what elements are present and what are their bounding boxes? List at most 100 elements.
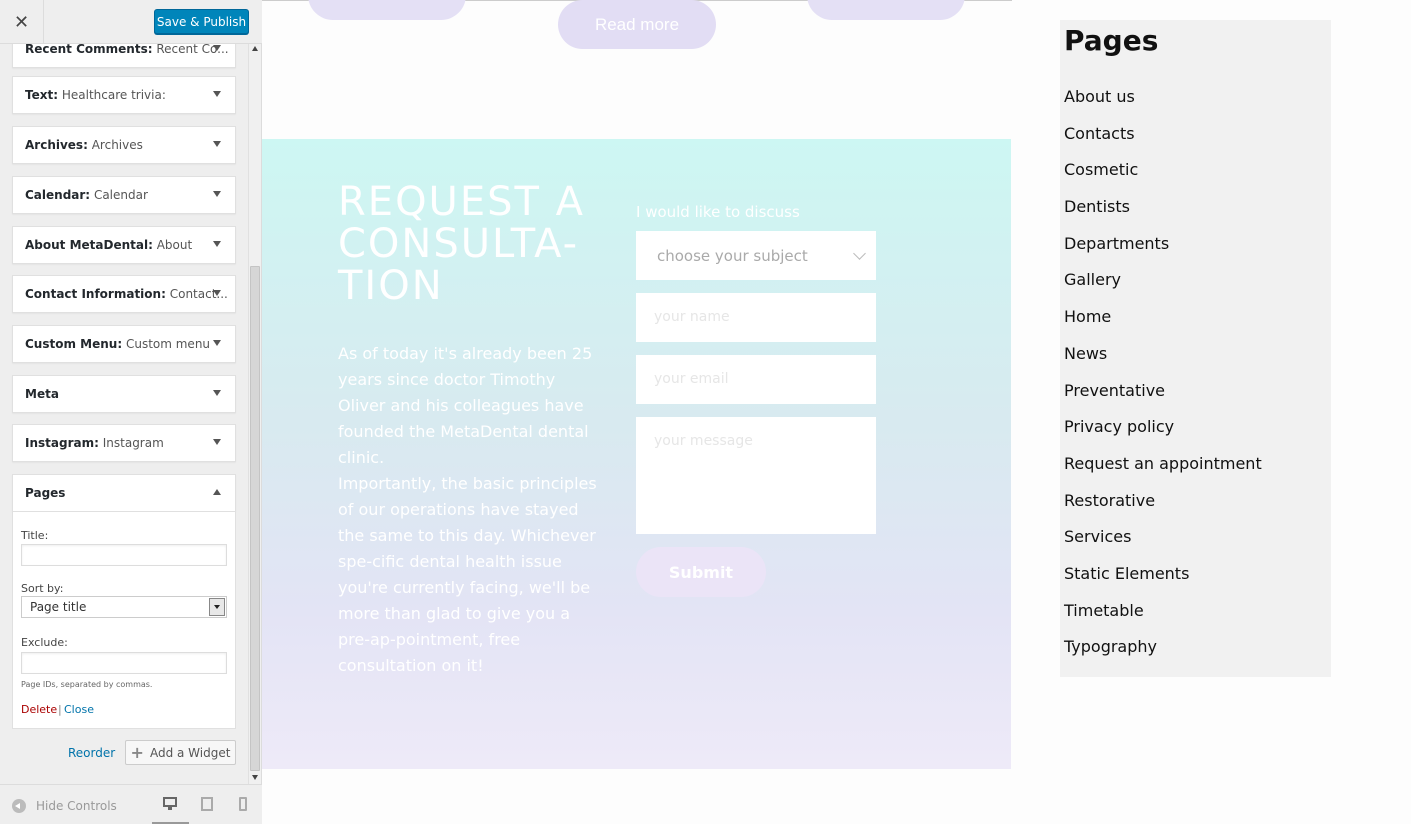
expand-arrow-icon[interactable] bbox=[213, 439, 221, 445]
consultation-paragraph: Importantly, the basic principles of our… bbox=[338, 474, 597, 675]
expand-arrow-icon[interactable] bbox=[213, 141, 221, 147]
read-more-button[interactable]: Read more bbox=[558, 0, 716, 49]
widget-title: About MetaDental: bbox=[25, 238, 153, 252]
widget-pages[interactable]: Pages bbox=[12, 474, 236, 512]
widget-title: Archives: bbox=[25, 138, 88, 152]
widget-contact-information[interactable]: Contact Information: Contact... bbox=[12, 275, 236, 313]
pages-heading: Pages bbox=[1064, 24, 1159, 57]
save-publish-button[interactable]: Save & Publish bbox=[154, 9, 249, 34]
sort-by-label: Sort by: bbox=[21, 582, 64, 595]
plus-icon: + bbox=[130, 743, 144, 762]
widget-title: Custom Menu: bbox=[25, 337, 123, 351]
message-textarea[interactable]: your message bbox=[636, 417, 876, 534]
widget-subtitle: Archives bbox=[91, 138, 143, 152]
desktop-preview-icon[interactable] bbox=[163, 797, 177, 811]
add-widget-button[interactable]: + Add a Widget bbox=[125, 740, 236, 765]
widget-title: Contact Information: bbox=[25, 287, 166, 301]
collapse-arrow-icon[interactable] bbox=[213, 489, 221, 495]
widget-subtitle: Instagram bbox=[102, 436, 164, 450]
page-link[interactable]: Services bbox=[1064, 527, 1262, 564]
customizer-sidebar: Recent Comments: Recent Co... Text: Heal… bbox=[0, 0, 262, 824]
widget-list: Recent Comments: Recent Co... Text: Heal… bbox=[0, 44, 262, 784]
close-customizer-button[interactable]: ✕ bbox=[0, 0, 44, 44]
page-link[interactable]: Typography bbox=[1064, 637, 1262, 674]
expand-arrow-icon[interactable] bbox=[213, 191, 221, 197]
widget-about-metadental[interactable]: About MetaDental: About bbox=[12, 226, 236, 264]
scroll-thumb[interactable] bbox=[250, 266, 260, 771]
consultation-paragraph: As of today it's already been 25 years s… bbox=[338, 344, 593, 467]
name-input[interactable]: your name bbox=[636, 293, 876, 342]
widget-title: Instagram: bbox=[25, 436, 99, 450]
consultation-title: REQUEST A CONSULTA-TION bbox=[338, 179, 586, 309]
widget-subtitle: About bbox=[156, 238, 193, 252]
widget-calendar[interactable]: Calendar: Calendar bbox=[12, 176, 236, 214]
expand-arrow-icon[interactable] bbox=[213, 91, 221, 97]
dropdown-arrow-icon[interactable] bbox=[209, 598, 225, 616]
widget-title: Recent Comments: bbox=[25, 44, 153, 56]
page-link[interactable]: Gallery bbox=[1064, 270, 1262, 307]
widget-text[interactable]: Text: Healthcare trivia: bbox=[12, 76, 236, 114]
scroll-down-arrow-icon[interactable] bbox=[252, 775, 258, 780]
discuss-label: I would like to discuss bbox=[636, 203, 800, 221]
reorder-link[interactable]: Reorder bbox=[68, 746, 115, 760]
widget-subtitle: Healthcare trivia: bbox=[61, 88, 166, 102]
page-link[interactable]: About us bbox=[1064, 87, 1262, 124]
page-link[interactable]: Timetable bbox=[1064, 601, 1262, 638]
widget-custom-menu[interactable]: Custom Menu: Custom menu bbox=[12, 325, 236, 363]
subject-placeholder: choose your subject bbox=[657, 246, 808, 265]
page-link[interactable]: News bbox=[1064, 344, 1262, 381]
page-link[interactable]: Privacy policy bbox=[1064, 417, 1262, 454]
customizer-header: ✕ Save & Publish bbox=[0, 0, 262, 44]
widget-title: Pages bbox=[25, 486, 66, 500]
page-link[interactable]: Dentists bbox=[1064, 197, 1262, 234]
sort-by-value: Page title bbox=[30, 600, 87, 614]
pages-list: About us Contacts Cosmetic Dentists Depa… bbox=[1064, 87, 1262, 674]
widget-archives[interactable]: Archives: Archives bbox=[12, 126, 236, 164]
scroll-up-arrow-icon[interactable] bbox=[252, 46, 258, 51]
widget-title: Calendar: bbox=[25, 188, 91, 202]
expand-arrow-icon[interactable] bbox=[213, 241, 221, 247]
page-link[interactable]: Request an appointment bbox=[1064, 454, 1262, 491]
exclude-label: Exclude: bbox=[21, 636, 68, 649]
mobile-preview-icon[interactable] bbox=[239, 797, 247, 811]
page-link[interactable]: Static Elements bbox=[1064, 564, 1262, 601]
sort-by-select[interactable]: Page title bbox=[21, 596, 227, 618]
page-link[interactable]: Home bbox=[1064, 307, 1262, 344]
widget-meta[interactable]: Meta bbox=[12, 375, 236, 413]
customizer-footer: Hide Controls bbox=[0, 784, 262, 824]
chevron-down-icon bbox=[853, 247, 866, 260]
page-link[interactable]: Restorative bbox=[1064, 491, 1262, 528]
page-link[interactable]: Cosmetic bbox=[1064, 160, 1262, 197]
title-input[interactable] bbox=[21, 544, 227, 566]
sidebar-scrollbar[interactable] bbox=[248, 44, 261, 784]
close-link[interactable]: Close bbox=[64, 703, 94, 716]
consultation-section: REQUEST A CONSULTA-TION As of today it's… bbox=[262, 139, 1011, 769]
submit-button[interactable]: Submit bbox=[636, 547, 766, 597]
delete-link[interactable]: Delete bbox=[21, 703, 57, 716]
add-widget-label: Add a Widget bbox=[149, 745, 231, 760]
page-link[interactable]: Contacts bbox=[1064, 124, 1262, 161]
widget-title: Text: bbox=[25, 88, 59, 102]
collapse-arrow-icon[interactable] bbox=[12, 799, 26, 813]
title-label: Title: bbox=[21, 529, 49, 542]
hide-controls-button[interactable]: Hide Controls bbox=[36, 799, 117, 813]
expand-arrow-icon[interactable] bbox=[213, 340, 221, 346]
read-more-button-partial[interactable] bbox=[807, 0, 965, 20]
widget-recent-comments[interactable]: Recent Comments: Recent Co... bbox=[12, 44, 236, 68]
exclude-help-text: Page IDs, separated by commas. bbox=[21, 680, 153, 689]
subject-select[interactable]: choose your subject bbox=[636, 231, 876, 280]
widget-instagram[interactable]: Instagram: Instagram bbox=[12, 424, 236, 462]
page-link[interactable]: Preventative bbox=[1064, 381, 1262, 418]
tablet-preview-icon[interactable] bbox=[201, 797, 213, 811]
pages-widget: Pages About us Contacts Cosmetic Dentist… bbox=[1060, 20, 1331, 677]
pages-widget-form: Title: Sort by: Page title Exclude: Page… bbox=[12, 512, 236, 729]
widget-subtitle: Custom menu bbox=[125, 337, 211, 351]
email-input[interactable]: your email bbox=[636, 355, 876, 404]
widget-title: Meta bbox=[25, 387, 59, 401]
expand-arrow-icon[interactable] bbox=[213, 45, 221, 51]
expand-arrow-icon[interactable] bbox=[213, 290, 221, 296]
read-more-button-partial[interactable] bbox=[308, 0, 466, 20]
exclude-input[interactable] bbox=[21, 652, 227, 674]
expand-arrow-icon[interactable] bbox=[213, 390, 221, 396]
page-link[interactable]: Departments bbox=[1064, 234, 1262, 271]
